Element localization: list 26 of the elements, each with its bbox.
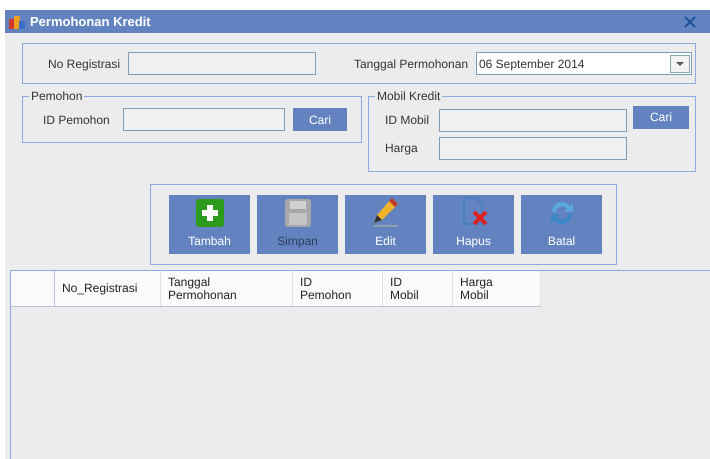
column-header[interactable]: Harga Mobil	[453, 271, 541, 306]
search-button[interactable]: Cari	[633, 106, 689, 128]
harga-field[interactable]	[439, 136, 627, 160]
id-mobil-field[interactable]	[439, 108, 627, 132]
column-header[interactable]: ID Pemohon	[293, 271, 383, 306]
date-picker[interactable]: 06 September 2014	[476, 52, 692, 75]
id-pemohon-field[interactable]	[123, 108, 285, 131]
date-value: 06 September 2014	[479, 56, 586, 72]
search-button[interactable]: Cari	[293, 108, 347, 131]
add-button[interactable]: Tambah	[169, 195, 250, 254]
field-label: ID Pemohon	[43, 112, 111, 128]
plus-icon	[194, 198, 224, 228]
column-header[interactable]: No_Registrasi	[55, 271, 161, 306]
field-label: Harga	[385, 140, 419, 157]
column-header[interactable]: Tanggal Permohonan	[161, 271, 293, 306]
close-icon[interactable]	[684, 16, 696, 28]
delete-button[interactable]: Hapus	[433, 195, 514, 254]
window-title: Permohonan Kredit	[30, 12, 151, 31]
app-icon	[9, 14, 25, 28]
field-label: No Registrasi	[48, 56, 122, 72]
edit-button[interactable]: Edit	[345, 195, 426, 254]
field-label: ID Mobil	[385, 112, 430, 129]
refresh-button[interactable]: Batal	[521, 195, 602, 254]
field-label: Tanggal Permohonan	[354, 56, 470, 72]
column-header[interactable]: ID Mobil	[383, 271, 453, 306]
no-registrasi-field[interactable]	[128, 52, 316, 75]
